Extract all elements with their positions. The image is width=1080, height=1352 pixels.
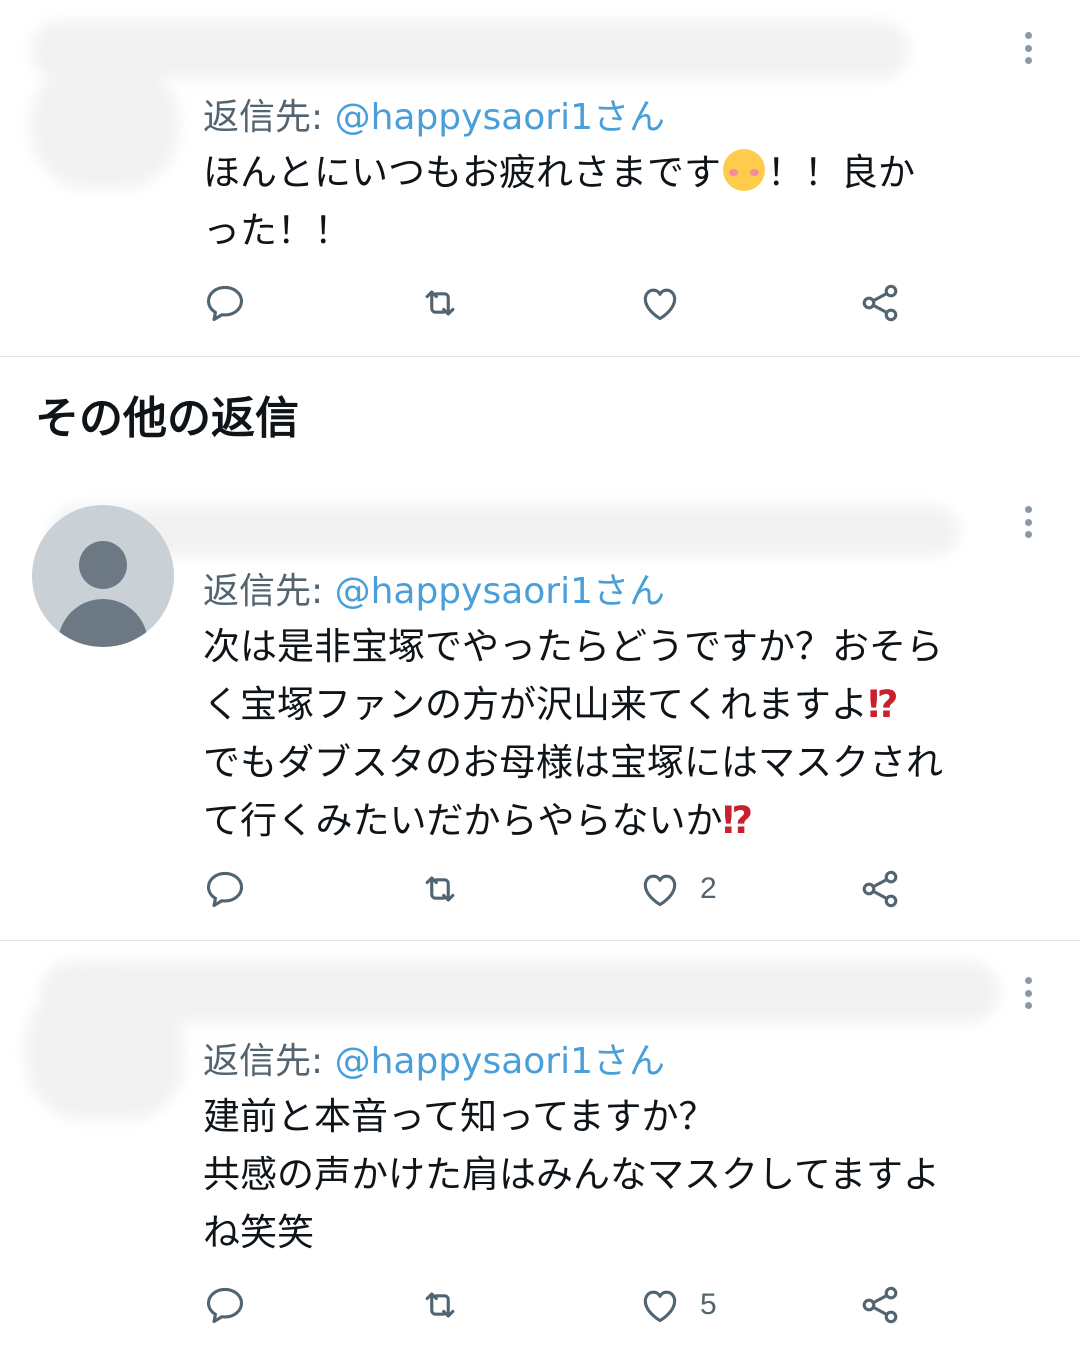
retweet-button[interactable]	[418, 1280, 462, 1330]
tweet-text-part: ほんとにいつもお疲れさまです	[203, 151, 721, 194]
share-icon	[862, 1286, 898, 1324]
tweet-text: 次は是非宝塚でやったらどうですか？おそら く宝塚ファンの方が沢山来てくれますよ⁉…	[203, 618, 1043, 850]
reply-to-line: 返信先: @happysaori1さん	[203, 88, 665, 140]
tweet-text-part: ！！良か	[767, 151, 915, 194]
section-title: その他の返信	[35, 393, 299, 444]
reply-to-handle[interactable]: @happysaori1さん	[335, 1041, 665, 1082]
retweet-icon	[425, 876, 455, 902]
interrobang-icon: ⁉	[722, 799, 754, 842]
reply-to-label: 返信先:	[203, 1041, 335, 1082]
like-count: 5	[700, 1288, 717, 1321]
reply-to-line: 返信先: @happysaori1さん	[203, 1032, 665, 1084]
like-icon	[643, 1290, 677, 1323]
redacted-header	[50, 505, 960, 557]
redacted-avatar	[30, 60, 180, 190]
blush-emoji-icon	[723, 149, 765, 191]
reply-to-label: 返信先:	[203, 571, 335, 612]
reply-button[interactable]	[203, 1280, 247, 1330]
tweet-text-line: ね笑笑	[203, 1211, 314, 1254]
tweet-text-line: て行くみたいだからやらないか	[203, 799, 723, 842]
retweet-icon	[425, 1292, 455, 1318]
share-button[interactable]	[858, 278, 902, 328]
reply-icon	[206, 285, 244, 322]
tweet-text-part: った！！	[203, 209, 351, 252]
tweet-text-line: く宝塚ファンの方が沢山来てくれますよ	[203, 683, 868, 726]
redacted-avatar	[25, 981, 185, 1121]
like-count: 2	[700, 872, 717, 905]
reply-to-handle[interactable]: @happysaori1さん	[335, 571, 665, 612]
tweet-text: 建前と本音って知ってますか？ 共感の声かけた肩はみんなマスクしてますよ ね笑笑	[203, 1088, 1043, 1262]
retweet-button[interactable]	[418, 278, 462, 328]
like-button[interactable]: 2	[638, 864, 717, 914]
more-icon[interactable]	[1016, 973, 1040, 1013]
tweet[interactable]: 返信先: @happysaori1さん ほんとにいつもお疲れさまです ！！良か っ…	[0, 0, 1080, 356]
tweet-text-line: 次は是非宝塚でやったらどうですか？おそら	[203, 625, 943, 668]
redacted-header	[30, 20, 910, 80]
avatar-body	[58, 599, 148, 647]
action-bar	[203, 278, 923, 328]
reply-button[interactable]	[203, 864, 247, 914]
share-button[interactable]	[858, 864, 902, 914]
redacted-header	[40, 961, 1000, 1023]
avatar-head	[79, 541, 127, 589]
share-button[interactable]	[858, 1280, 902, 1330]
like-button[interactable]	[638, 278, 700, 328]
reply-to-label: 返信先:	[203, 97, 335, 138]
reply-to-line: 返信先: @happysaori1さん	[203, 562, 665, 614]
divider	[0, 356, 1080, 357]
like-icon	[643, 874, 677, 907]
reply-to-handle[interactable]: @happysaori1さん	[335, 97, 665, 138]
like-button[interactable]: 5	[638, 1280, 717, 1330]
tweet-text: ほんとにいつもお疲れさまです ！！良か った！！	[203, 144, 1043, 260]
action-bar: 2	[203, 864, 923, 914]
retweet-button[interactable]	[418, 864, 462, 914]
action-bar: 5	[203, 1280, 923, 1330]
share-icon	[862, 284, 898, 322]
more-icon[interactable]	[1016, 28, 1040, 68]
more-icon[interactable]	[1016, 502, 1040, 542]
retweet-icon	[425, 290, 455, 316]
reply-icon	[206, 1287, 244, 1324]
reply-icon	[206, 871, 244, 908]
interrobang-icon: ⁉	[867, 683, 899, 726]
reply-button[interactable]	[203, 278, 247, 328]
share-icon	[862, 870, 898, 908]
tweet-text-line: 建前と本音って知ってますか？	[203, 1095, 716, 1138]
tweet-text-line: 共感の声かけた肩はみんなマスクしてますよ	[203, 1153, 941, 1196]
avatar[interactable]	[32, 505, 174, 647]
tweet-text-line: でもダブスタのお母様は宝塚にはマスクされ	[203, 741, 943, 784]
like-icon	[643, 288, 677, 321]
